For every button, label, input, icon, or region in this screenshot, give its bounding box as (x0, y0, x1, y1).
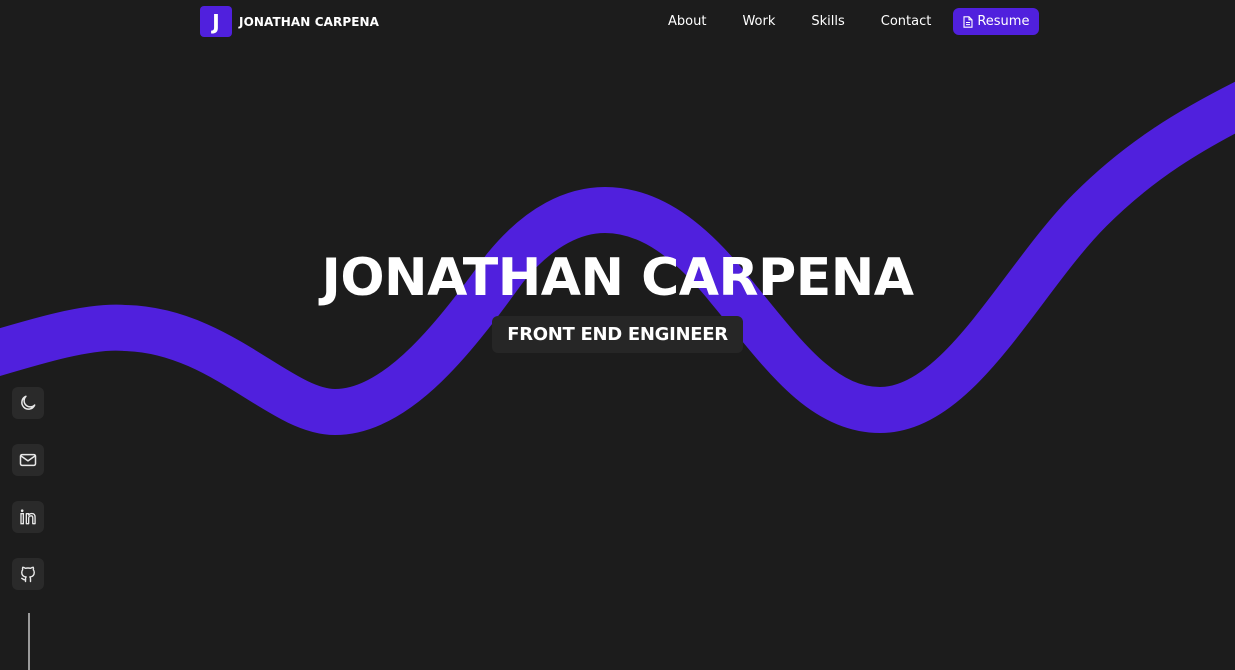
sidebar-divider-line (28, 613, 30, 670)
github-icon (21, 566, 35, 583)
email-link[interactable] (12, 444, 44, 476)
document-icon (963, 15, 973, 28)
nav-link-work[interactable]: Work (724, 9, 793, 34)
logo-mark: J (200, 6, 232, 37)
social-sidebar (12, 387, 44, 615)
moon-icon (21, 395, 36, 410)
github-link[interactable] (12, 558, 44, 590)
nav-links: About Work Skills Contact Resume (650, 8, 1040, 35)
hero-subtitle-badge: FRONT END ENGINEER (492, 316, 743, 353)
page: J JONATHAN CARPENA About Work Skills Con… (0, 0, 1235, 670)
mail-icon (19, 453, 37, 467)
resume-button[interactable]: Resume (953, 8, 1040, 35)
linkedin-link[interactable] (12, 501, 44, 533)
nav-link-about[interactable]: About (650, 9, 724, 34)
logo-text: JONATHAN CARPENA (239, 14, 380, 29)
theme-toggle-button[interactable] (12, 387, 44, 419)
nav-link-skills[interactable]: Skills (793, 9, 862, 34)
resume-label: Resume (977, 14, 1030, 29)
hero: JONATHAN CARPENA FRONT END ENGINEER (0, 246, 1235, 353)
nav-link-contact[interactable]: Contact (863, 9, 950, 34)
linkedin-icon (20, 509, 36, 525)
logo[interactable]: J JONATHAN CARPENA (200, 6, 379, 37)
top-navbar: J JONATHAN CARPENA About Work Skills Con… (0, 0, 1235, 44)
hero-title: JONATHAN CARPENA (321, 248, 914, 308)
